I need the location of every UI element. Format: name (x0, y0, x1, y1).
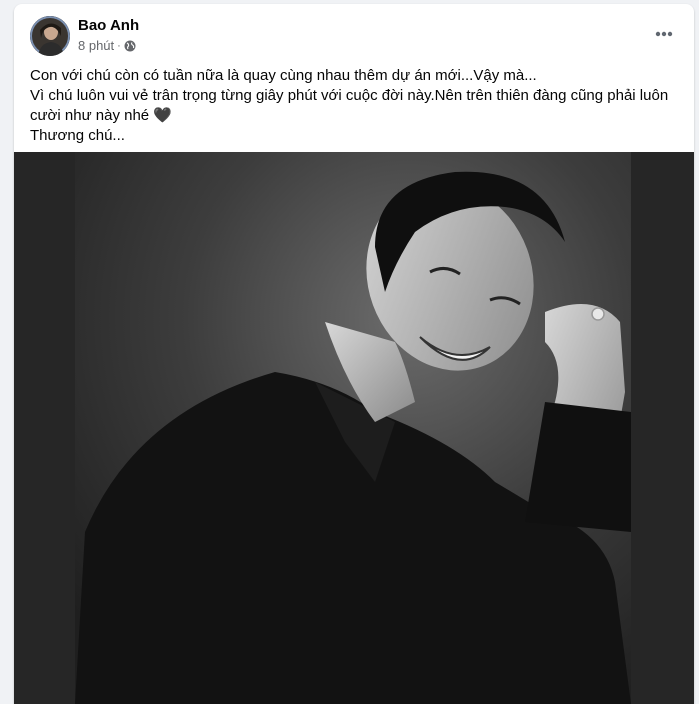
more-options-button[interactable] (650, 22, 678, 46)
caption-line: Thương chú... (30, 127, 125, 144)
post-caption: Con với chú còn có tuần nữa là quay cùng… (30, 66, 682, 146)
post-time[interactable]: 8 phút (78, 38, 114, 53)
meta-separator: · (117, 39, 121, 52)
caption-line: Vì chú luôn vui vẻ trân trọng từng giây … (30, 87, 669, 104)
caption-line: cười như này nhé 🖤 (30, 107, 172, 124)
more-horizontal-icon (655, 31, 673, 37)
caption-line: Con với chú còn có tuần nữa là quay cùng… (30, 67, 537, 84)
avatar[interactable] (30, 16, 70, 56)
author-name[interactable]: Bao Anh (78, 17, 139, 34)
post-photo-container[interactable] (14, 152, 694, 704)
post-meta: 8 phút · (78, 38, 136, 53)
post-card: Bao Anh 8 phút · Con với chú còn có tuần… (14, 4, 694, 704)
post-header: Bao Anh 8 phút · (14, 4, 694, 60)
post-photo[interactable] (75, 152, 631, 704)
portrait-image (75, 152, 631, 704)
globe-icon[interactable] (124, 40, 136, 52)
